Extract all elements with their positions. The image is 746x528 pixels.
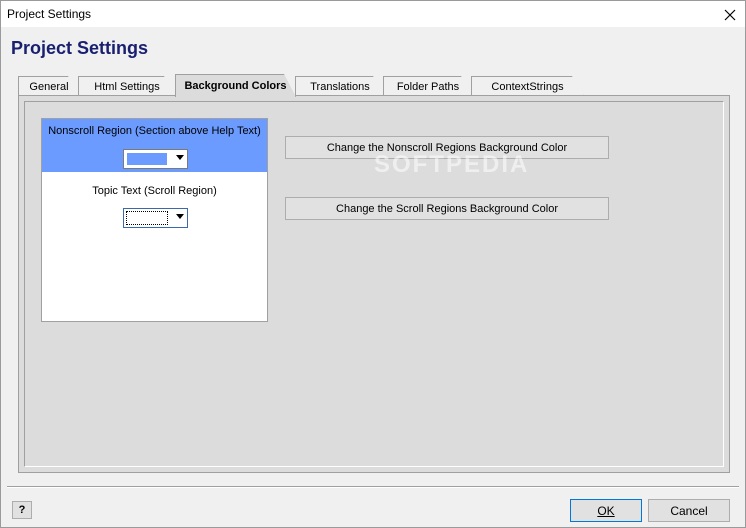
tab-background-colors[interactable]: Background Colors bbox=[175, 74, 296, 97]
dialog-body: Project Settings General Html Settings B… bbox=[0, 27, 746, 528]
close-icon bbox=[724, 9, 736, 20]
tab-general[interactable]: General bbox=[18, 76, 80, 96]
watermark: SOFTPEDIA bbox=[374, 151, 530, 178]
tab-folder-paths[interactable]: Folder Paths bbox=[383, 76, 473, 96]
tab-translations[interactable]: Translations bbox=[295, 76, 385, 96]
ok-button[interactable]: OK bbox=[570, 499, 642, 522]
nonscroll-region-preview: Nonscroll Region (Section above Help Tex… bbox=[42, 119, 267, 172]
scroll-color-dropdown[interactable] bbox=[123, 208, 188, 228]
tab-contextstrings[interactable]: ContextStrings bbox=[471, 76, 584, 96]
title-bar: Project Settings bbox=[0, 0, 746, 27]
footer-divider bbox=[7, 486, 739, 488]
nonscroll-color-swatch bbox=[127, 153, 167, 165]
color-preview: Nonscroll Region (Section above Help Tex… bbox=[41, 118, 268, 322]
scroll-color-swatch bbox=[126, 211, 168, 225]
dropdown-arrow-icon bbox=[176, 155, 184, 160]
dropdown-arrow-icon bbox=[176, 214, 184, 219]
dialog-heading: Project Settings bbox=[11, 38, 149, 58]
background-colors-panel: Nonscroll Region (Section above Help Tex… bbox=[18, 95, 730, 473]
close-button[interactable] bbox=[715, 1, 745, 28]
nonscroll-color-dropdown[interactable] bbox=[123, 149, 188, 169]
nonscroll-region-label: Nonscroll Region (Section above Help Tex… bbox=[48, 125, 261, 137]
help-icon: ? bbox=[18, 504, 26, 516]
window-title: Project Settings bbox=[7, 7, 92, 21]
cancel-button[interactable]: Cancel bbox=[648, 499, 730, 522]
tab-html-settings[interactable]: Html Settings bbox=[78, 76, 176, 96]
change-scroll-color-button[interactable]: Change the Scroll Regions Background Col… bbox=[285, 197, 609, 220]
help-button[interactable]: ? bbox=[12, 501, 32, 519]
scroll-region-label: Topic Text (Scroll Region) bbox=[92, 185, 217, 197]
